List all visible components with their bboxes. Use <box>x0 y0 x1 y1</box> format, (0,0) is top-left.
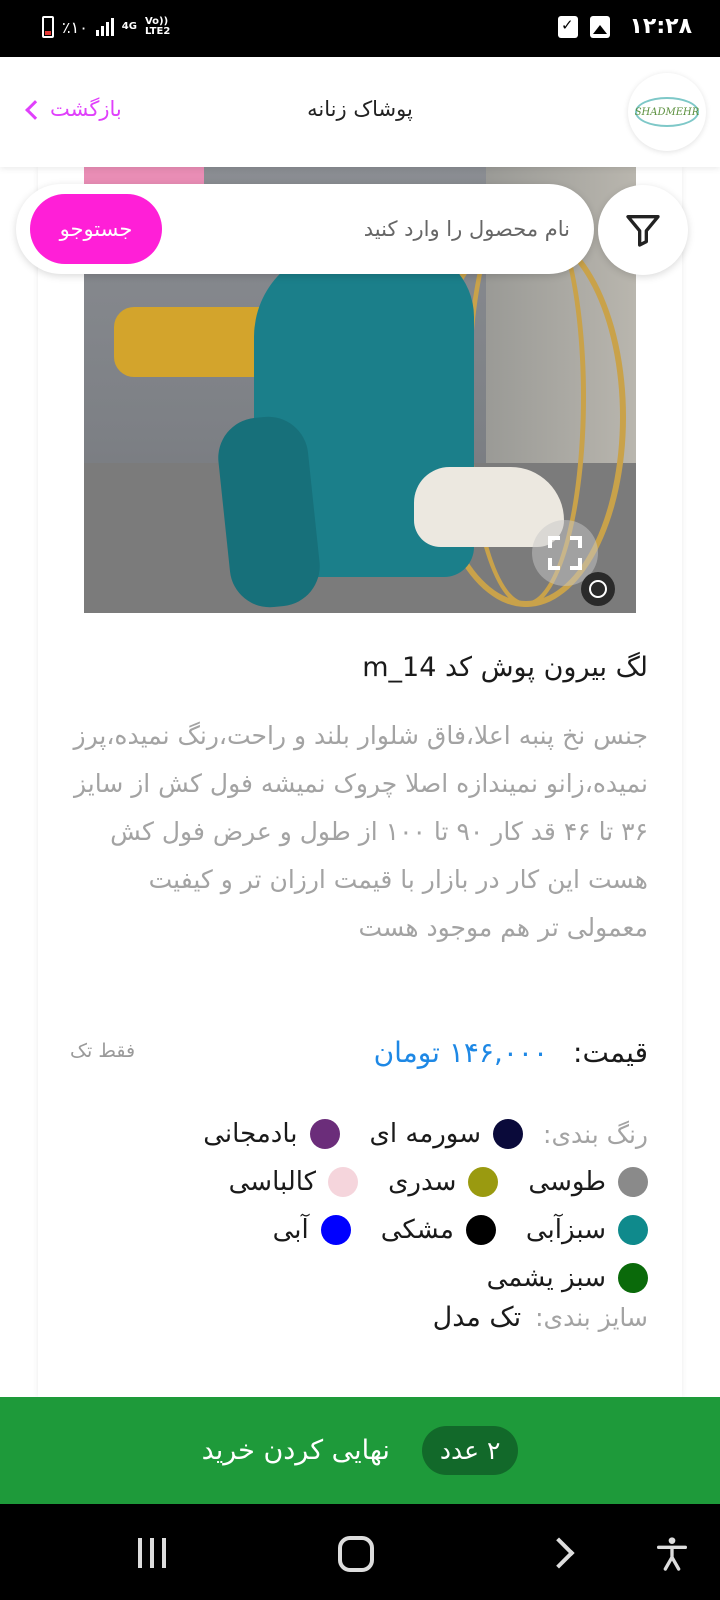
size-row: سایز بندی: تک مدل <box>433 1302 648 1333</box>
color-swatch <box>465 1215 496 1245</box>
back-button[interactable]: بازگشت <box>25 97 122 121</box>
color-swatch <box>493 1119 524 1149</box>
size-label: سایز بندی: <box>535 1303 648 1332</box>
size-value: تک مدل <box>432 1302 522 1333</box>
color-name: آبی <box>272 1215 309 1245</box>
app-header: SHADMEHR پوشاک زنانه بازگشت <box>0 57 720 167</box>
color-name: سورمه ای <box>369 1119 482 1149</box>
color-swatch <box>618 1263 648 1293</box>
expand-icon-corner <box>548 558 560 570</box>
color-row: رنگ بندی: سورمه ای بادمجانی <box>68 1110 648 1158</box>
color-name: بادمجانی <box>203 1119 298 1149</box>
color-option: کالباسی <box>228 1167 359 1197</box>
task-check-icon <box>558 16 578 38</box>
status-left-group: ٪۱۰ 4G Vo)) LTE2 <box>42 16 170 38</box>
volte-indicator: Vo)) LTE2 <box>145 17 170 37</box>
user-icon[interactable] <box>581 572 615 606</box>
home-button[interactable] <box>338 1536 374 1572</box>
lte-label: LTE2 <box>144 26 171 37</box>
product-description: جنس نخ پنبه اعلا،فاق شلوار بلند و راحت،ر… <box>73 721 649 942</box>
color-option: سبز یشمی <box>487 1263 648 1293</box>
color-option: مشکی <box>381 1215 496 1245</box>
price-row: قیمت: ۱۴۶,۰۰۰ تومان فقط تک <box>70 1036 648 1076</box>
status-bar: ٪۱۰ 4G Vo)) LTE2 ۱۲:۲۸ <box>0 0 720 57</box>
recents-button[interactable] <box>138 1538 166 1568</box>
search-input[interactable] <box>190 206 570 252</box>
color-swatch <box>618 1215 648 1245</box>
color-swatch <box>618 1167 648 1197</box>
color-row: سبزآبی مشکی آبی <box>68 1206 648 1254</box>
battery-icon <box>42 16 54 38</box>
notification-icons <box>558 16 610 38</box>
checkout-button[interactable]: نهایی کردن خرید ۲ عدد <box>0 1397 720 1504</box>
color-swatch <box>328 1167 359 1197</box>
signal-icon <box>95 18 114 36</box>
color-name: سبزآبی <box>525 1215 606 1245</box>
color-name: مشکی <box>380 1215 454 1245</box>
search-bar: جستوجو <box>16 184 594 274</box>
color-options: رنگ بندی: سورمه ای بادمجانی طوسی سدری کا… <box>68 1110 648 1302</box>
back-nav-button[interactable] <box>543 1537 575 1569</box>
color-option: سورمه ای <box>369 1119 524 1149</box>
color-option: سبزآبی <box>526 1215 648 1245</box>
colors-label: رنگ بندی: <box>543 1119 648 1149</box>
chevron-left-icon <box>25 100 45 120</box>
cart-count-badge: ۲ عدد <box>421 1426 519 1475</box>
filter-icon <box>626 215 660 247</box>
search-button[interactable]: جستوجو <box>30 194 162 264</box>
network-4g-label: 4G <box>121 21 137 32</box>
expand-icon-corner <box>570 536 582 548</box>
color-option: سدری <box>388 1167 499 1197</box>
status-time: ۱۲:۲۸ <box>629 14 692 39</box>
image-icon <box>590 16 610 38</box>
accessibility-icon[interactable] <box>652 1534 692 1574</box>
network-indicator: 4G <box>122 22 137 32</box>
price-label: قیمت: <box>573 1036 648 1069</box>
color-swatch <box>468 1167 499 1197</box>
color-option: آبی <box>273 1215 351 1245</box>
system-nav-bar <box>0 1504 720 1600</box>
color-row: سبز یشمی <box>68 1254 648 1302</box>
expand-icon <box>548 536 560 548</box>
color-option: بادمجانی <box>203 1119 340 1149</box>
color-swatch <box>309 1119 340 1149</box>
checkout-label: نهایی کردن خرید <box>201 1435 390 1466</box>
expand-icon-corner <box>570 558 582 570</box>
product-title: لگ بیرون پوش کد m_14 <box>362 652 648 683</box>
color-swatch <box>320 1215 351 1245</box>
price-value: ۱۴۶,۰۰۰ تومان <box>373 1036 548 1069</box>
color-name: کالباسی <box>228 1167 317 1197</box>
color-row: طوسی سدری کالباسی <box>68 1158 648 1206</box>
battery-percent: ٪۱۰ <box>62 17 88 37</box>
color-name: سدری <box>388 1167 457 1197</box>
color-option: طوسی <box>528 1167 648 1197</box>
back-label: بازگشت <box>50 97 122 121</box>
filter-button[interactable] <box>598 185 688 275</box>
color-name: طوسی <box>528 1167 606 1197</box>
color-name: سبز یشمی <box>486 1263 606 1293</box>
single-only-note: فقط تک <box>70 1040 136 1062</box>
